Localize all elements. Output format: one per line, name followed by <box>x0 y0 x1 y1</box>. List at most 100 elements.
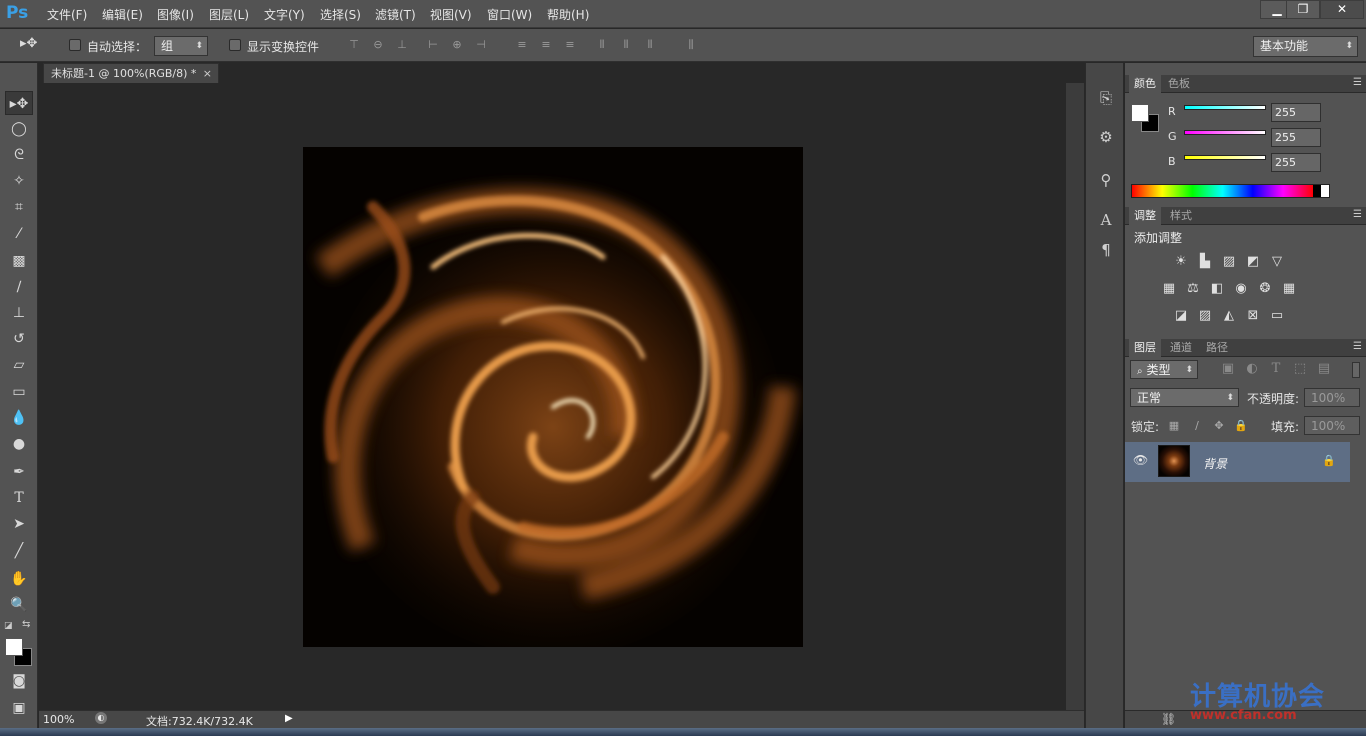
properties-panel-icon[interactable]: ⚙ <box>1095 126 1117 148</box>
distribute-hcenter-icon[interactable]: ⦀ <box>618 37 634 53</box>
menu-help[interactable]: 帮助(H) <box>547 6 589 23</box>
document-tab[interactable]: 未标题-1 @ 100%(RGB/8) * × <box>43 63 219 83</box>
align-right-icon[interactable]: ⊣ <box>473 37 489 53</box>
filter-toggle[interactable] <box>1352 362 1360 378</box>
tab-paths[interactable]: 路径 <box>1201 339 1233 357</box>
blur-tool-icon[interactable]: 💧 <box>5 406 33 430</box>
brush-presets-panel-icon[interactable]: ⚲ <box>1095 169 1117 191</box>
swap-colors-icon[interactable]: ⇆ <box>22 619 30 630</box>
hue-icon[interactable]: ▦ <box>1160 281 1178 297</box>
panel-menu-icon[interactable]: ☰ <box>1353 209 1362 220</box>
paragraph-panel-icon[interactable]: ¶ <box>1095 239 1117 261</box>
align-top-icon[interactable]: ⊤ <box>346 37 362 53</box>
layer-name[interactable]: 背景 <box>1203 455 1227 472</box>
auto-select-dropdown[interactable]: 组 ⬍ <box>154 36 208 56</box>
line-tool-icon[interactable]: ╱ <box>5 539 33 563</box>
distribute-top-icon[interactable]: ≡ <box>514 37 530 53</box>
move-tool-preset-icon[interactable]: ▸✥ <box>20 36 44 54</box>
menu-window[interactable]: 窗口(W) <box>487 6 532 23</box>
workspace-dropdown[interactable]: 基本功能 ⬍ <box>1253 36 1358 57</box>
panel-menu-icon[interactable]: ☰ <box>1353 77 1362 88</box>
stamp-tool-icon[interactable]: ⊥ <box>5 301 33 325</box>
photo-filter-icon[interactable]: ◉ <box>1232 281 1250 297</box>
layer-thumbnail[interactable] <box>1158 445 1190 477</box>
channel-b-field[interactable]: 255 <box>1271 153 1321 172</box>
eyedropper-tool-icon[interactable]: ⁄ <box>5 222 33 246</box>
history-panel-icon[interactable]: ⎘ <box>1095 87 1117 109</box>
align-hcenter-icon[interactable]: ⊕ <box>449 37 465 53</box>
panel-menu-icon[interactable]: ☰ <box>1353 341 1362 352</box>
gradient-tool-icon[interactable]: ▭ <box>5 380 33 404</box>
channel-g-field[interactable]: 255 <box>1271 128 1321 147</box>
lock-all-icon[interactable]: 🔒 <box>1232 418 1250 434</box>
filter-shape-icon[interactable]: ⬚ <box>1291 361 1309 377</box>
crop-tool-icon[interactable]: ⌗ <box>5 195 33 219</box>
status-menu-arrow-icon[interactable]: ▶ <box>285 713 293 724</box>
vertical-scrollbar[interactable] <box>1066 83 1084 710</box>
color-panel-fg-swatch[interactable] <box>1131 104 1149 122</box>
filter-adjustment-icon[interactable]: ◐ <box>1243 361 1261 377</box>
invert-icon[interactable]: ◪ <box>1172 308 1190 324</box>
foreground-color-swatch[interactable] <box>5 638 23 656</box>
menu-view[interactable]: 视图(V) <box>430 6 472 23</box>
menu-image[interactable]: 图像(I) <box>157 6 194 23</box>
distribute-vcenter-icon[interactable]: ≡ <box>538 37 554 53</box>
marquee-tool-icon[interactable]: ◯ <box>5 117 33 141</box>
tab-color[interactable]: 颜色 <box>1129 75 1161 93</box>
channel-g-slider[interactable] <box>1184 130 1266 135</box>
balance-icon[interactable]: ⚖ <box>1184 281 1202 297</box>
menu-type[interactable]: 文字(Y) <box>264 6 305 23</box>
hand-tool-icon[interactable]: ✋ <box>5 567 33 591</box>
type-tool-icon[interactable]: T <box>5 486 33 510</box>
gradient-map-icon[interactable]: ▭ <box>1268 308 1286 324</box>
menu-layer[interactable]: 图层(L) <box>209 6 249 23</box>
close-window-button[interactable]: ✕ <box>1320 0 1364 19</box>
lock-position-icon[interactable]: ✥ <box>1210 418 1228 434</box>
character-panel-icon[interactable]: A <box>1095 209 1117 231</box>
opacity-field[interactable]: 100% <box>1304 388 1360 407</box>
layer-filter-dropdown[interactable]: ⌕ 类型 ⬍ <box>1130 360 1198 379</box>
path-selection-tool-icon[interactable]: ➤ <box>5 512 33 536</box>
mixer-icon[interactable]: ❂ <box>1256 281 1274 297</box>
lock-transparent-icon[interactable]: ▦ <box>1165 418 1183 434</box>
dodge-tool-icon[interactable]: ● <box>5 432 33 456</box>
zoom-level[interactable]: 100% <box>43 713 74 726</box>
menu-filter[interactable]: 滤镜(T) <box>375 6 416 23</box>
align-bottom-icon[interactable]: ⊥ <box>394 37 410 53</box>
move-tool-icon[interactable]: ▸✥ <box>5 91 33 115</box>
threshold-icon[interactable]: ◭ <box>1220 308 1238 324</box>
document-canvas[interactable] <box>303 147 803 647</box>
filter-pixel-icon[interactable]: ▣ <box>1219 361 1237 377</box>
curves-icon[interactable]: ▨ <box>1220 254 1238 270</box>
tab-layers[interactable]: 图层 <box>1129 339 1161 357</box>
selective-color-icon[interactable]: ⊠ <box>1244 308 1262 324</box>
pen-tool-icon[interactable]: ✒ <box>5 460 33 484</box>
color-spectrum-ramp[interactable] <box>1131 184 1330 198</box>
default-colors-icon[interactable]: ◪ <box>4 621 13 631</box>
channel-r-field[interactable]: 255 <box>1271 103 1321 122</box>
fill-field[interactable]: 100% <box>1304 416 1360 435</box>
restore-button[interactable]: ❐ <box>1286 0 1320 19</box>
posterize-icon[interactable]: ▨ <box>1196 308 1214 324</box>
auto-align-icon[interactable]: ⫼ <box>683 37 699 53</box>
bw-icon[interactable]: ◧ <box>1208 281 1226 297</box>
quick-mask-icon[interactable]: ◙ <box>5 669 33 693</box>
auto-select-checkbox[interactable] <box>69 39 81 51</box>
share-icon[interactable]: ◐ <box>95 712 107 724</box>
history-brush-tool-icon[interactable]: ↺ <box>5 327 33 351</box>
show-transform-checkbox[interactable] <box>229 39 241 51</box>
channel-r-slider[interactable] <box>1184 105 1266 110</box>
levels-icon[interactable]: ▙ <box>1196 254 1214 270</box>
tab-adjustments[interactable]: 调整 <box>1129 207 1161 225</box>
zoom-tool-icon[interactable]: 🔍 <box>5 593 33 617</box>
menu-file[interactable]: 文件(F) <box>47 6 87 23</box>
distribute-bottom-icon[interactable]: ≡ <box>562 37 578 53</box>
channel-b-slider[interactable] <box>1184 155 1266 160</box>
screen-mode-icon[interactable]: ▣ <box>5 696 33 720</box>
blend-mode-dropdown[interactable]: 正常 ⬍ <box>1130 388 1239 407</box>
filter-type-icon[interactable]: T <box>1267 361 1285 377</box>
tab-styles[interactable]: 样式 <box>1165 207 1197 225</box>
tab-channels[interactable]: 通道 <box>1165 339 1197 357</box>
menu-edit[interactable]: 编辑(E) <box>102 6 143 23</box>
vibrance-icon[interactable]: ▽ <box>1268 254 1286 270</box>
